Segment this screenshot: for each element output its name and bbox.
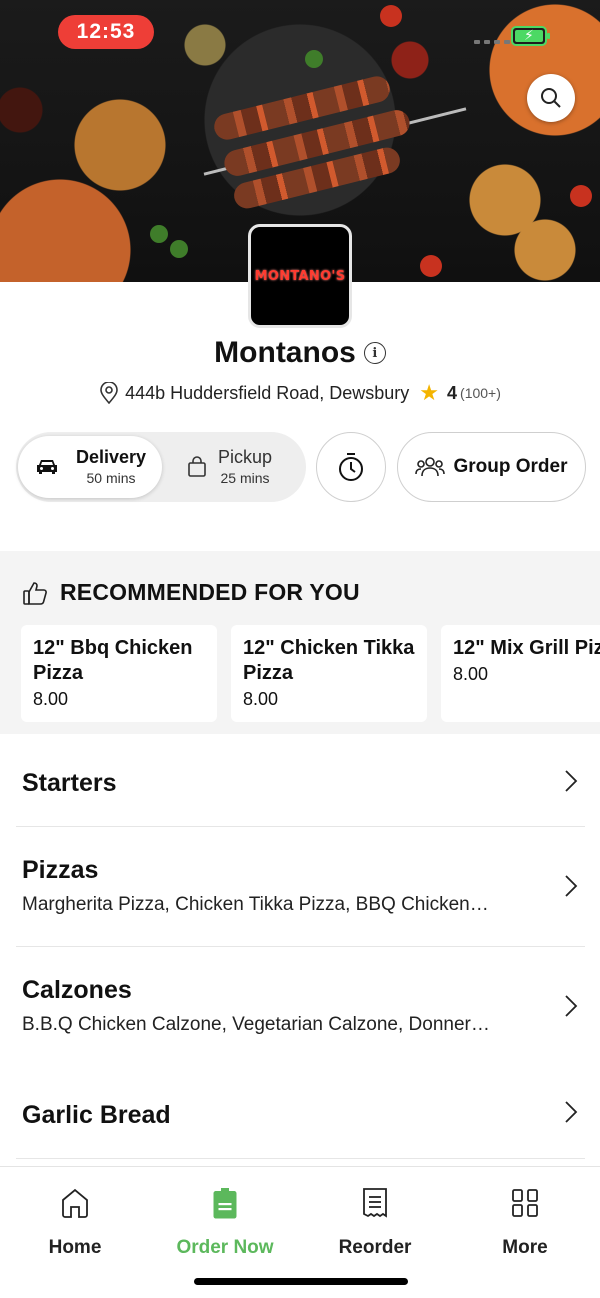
category-row-calzones[interactable]: Calzones B.B.Q Chicken Calzone, Vegetari… (0, 947, 600, 1067)
signal-icon (474, 40, 510, 44)
delivery-option[interactable]: Delivery 50 mins (18, 436, 162, 498)
category-row-pizzas[interactable]: Pizzas Margherita Pizza, Chicken Tikka P… (0, 827, 600, 947)
nav-home[interactable]: Home (0, 1183, 150, 1259)
recommended-item-price: 8.00 (453, 664, 489, 684)
recommended-title: RECOMMENDED FOR YOU (60, 579, 360, 605)
grid-icon (512, 1189, 538, 1217)
recommended-header: RECOMMENDED FOR YOU (22, 579, 360, 606)
pickup-time: 25 mins (220, 470, 270, 486)
delivery-time: 50 mins (86, 470, 136, 486)
category-title: Starters (22, 769, 117, 797)
status-time: 12:53 (58, 15, 154, 49)
search-icon (541, 88, 561, 108)
nav-reorder[interactable]: Reorder (300, 1183, 450, 1259)
group-order-label: Group Order (453, 456, 568, 477)
chevron-right-icon (565, 1101, 578, 1123)
timer-icon (339, 453, 363, 481)
category-row-garlic-bread[interactable]: Garlic Bread (0, 1070, 600, 1160)
order-mode-toggle: Delivery 50 mins Pickup 25 mins (16, 432, 306, 502)
recommended-item-name: 12" Bbq Chicken Pizza (33, 637, 193, 684)
nav-label: Home (48, 1237, 102, 1258)
chevron-right-icon (565, 995, 578, 1017)
home-indicator (194, 1278, 408, 1285)
category-title: Calzones (22, 976, 132, 1004)
nav-label: Reorder (338, 1237, 412, 1258)
recommended-section: RECOMMENDED FOR YOU 12" Bbq Chicken Pizz… (0, 551, 600, 734)
group-order-button[interactable]: Group Order (397, 432, 586, 502)
restaurant-name: Montanos (214, 336, 356, 369)
restaurant-logo: MONTANO'S (248, 224, 352, 328)
rating-value: 4 (447, 382, 458, 403)
receipt-icon (363, 1188, 387, 1218)
pickup-label: Pickup (218, 447, 273, 467)
nav-order-now[interactable]: Order Now (150, 1183, 300, 1259)
logo-text: MONTANO'S (254, 268, 346, 284)
recommended-item-card[interactable]: 12" Bbq Chicken Pizza 8.00 (21, 625, 217, 722)
shopping-bag-icon (176, 456, 218, 478)
rating-count: (100+) (460, 385, 501, 401)
category-description: Margherita Pizza, Chicken Tikka Pizza, B… (22, 894, 489, 915)
pickup-option[interactable]: Pickup 25 mins (176, 436, 296, 498)
recommended-item-name: 12" Chicken Tikka Pizza (243, 637, 415, 684)
search-button[interactable] (527, 74, 575, 122)
recommended-item-name: 12" Mix Grill Pizza (453, 637, 600, 659)
nav-label: Order Now (176, 1237, 274, 1258)
restaurant-address: 444b Huddersfield Road, Dewsbury (125, 382, 410, 403)
nav-label: More (502, 1237, 548, 1258)
divider (16, 1158, 585, 1159)
schedule-button[interactable] (316, 432, 386, 502)
order-icon (213, 1188, 237, 1219)
category-title: Garlic Bread (22, 1101, 171, 1129)
recommended-item-price: 8.00 (243, 689, 279, 709)
info-icon[interactable]: i (363, 342, 386, 364)
recommended-item-card[interactable]: 12" Mix Grill Pizza 8.00 (441, 625, 600, 722)
group-icon (415, 457, 446, 477)
recommended-item-price: 8.00 (33, 689, 69, 709)
location-pin-icon (100, 382, 118, 404)
recommended-item-card[interactable]: 12" Chicken Tikka Pizza 8.00 (231, 625, 427, 722)
car-icon (18, 458, 76, 476)
category-description: B.B.Q Chicken Calzone, Vegetarian Calzon… (22, 1014, 490, 1035)
home-icon (62, 1188, 88, 1218)
delivery-label: Delivery (76, 447, 147, 467)
category-title: Pizzas (22, 856, 99, 884)
address-row: 444b Huddersfield Road, Dewsbury ★ 4 (10… (0, 380, 600, 406)
nav-more[interactable]: More (450, 1183, 600, 1259)
category-row-starters[interactable]: Starters (0, 735, 600, 827)
star-icon: ★ (419, 380, 440, 405)
chevron-right-icon (565, 770, 578, 792)
chevron-right-icon (565, 875, 578, 897)
thumbs-up-icon (23, 581, 47, 605)
restaurant-header: Montanos i (0, 336, 600, 370)
battery-icon: ⚡ (511, 26, 550, 46)
